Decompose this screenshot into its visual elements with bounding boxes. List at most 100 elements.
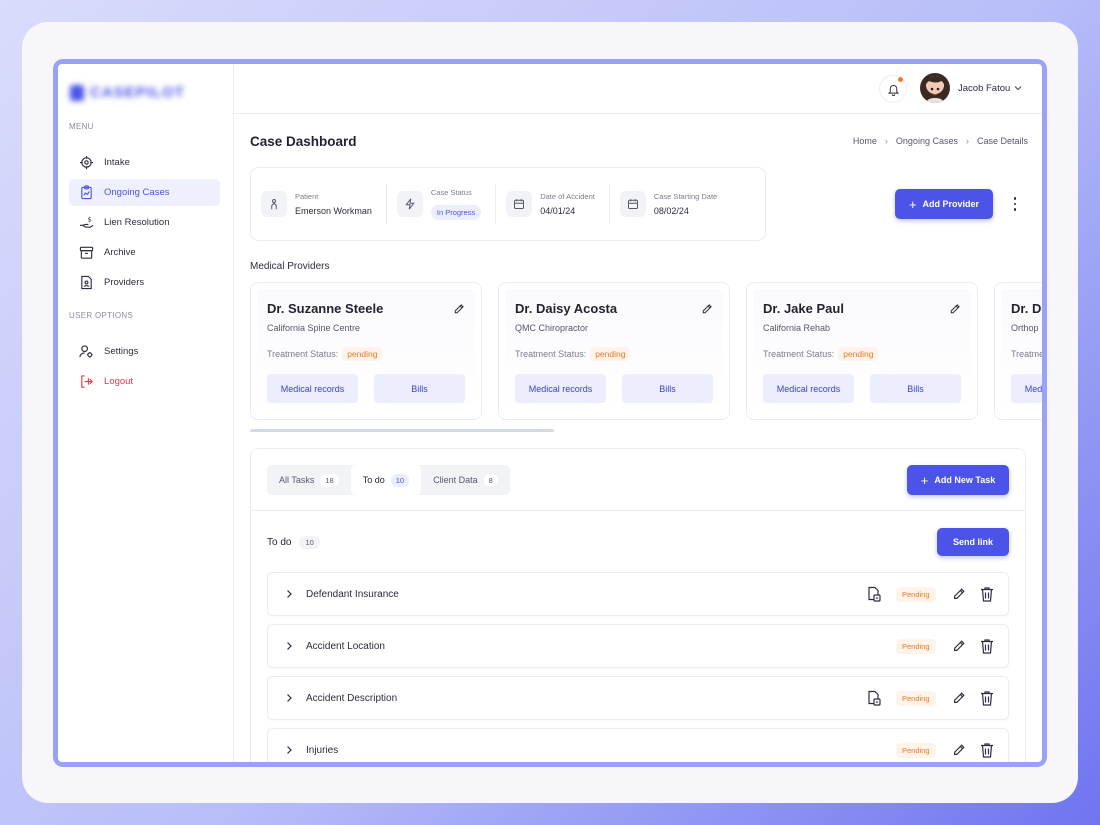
sidebar-item-label: Lien Resolution xyxy=(104,217,170,228)
calendar-icon-box xyxy=(619,191,646,217)
provider-card: Dr. D Orthop Treatment Status:pending Me… xyxy=(994,282,1042,420)
pencil-icon[interactable] xyxy=(952,639,966,653)
sidebar-item-settings[interactable]: Settings xyxy=(69,338,220,365)
status-badge: pending xyxy=(838,347,879,361)
medical-records-button[interactable]: Medical records xyxy=(515,374,606,403)
trash-icon[interactable] xyxy=(980,638,994,654)
app-window: CASEPILOT MENU Intake Ongoing Cases $ Li… xyxy=(58,64,1042,762)
add-provider-label: Add Provider xyxy=(922,199,980,209)
patient-icon-box xyxy=(261,191,287,217)
provider-name: Dr. Daisy Acosta xyxy=(515,301,618,316)
accident-date-value: 04/01/24 xyxy=(540,206,576,216)
logo: CASEPILOT xyxy=(70,84,185,101)
provider-card: Dr. Suzanne Steele California Spine Cent… xyxy=(250,282,482,420)
chevron-right-icon[interactable] xyxy=(284,589,294,599)
trash-icon[interactable] xyxy=(980,690,994,706)
status-icon-box xyxy=(396,191,423,217)
treatment-status-label: Treatment Status: xyxy=(1011,349,1042,359)
status-badge: Pending xyxy=(896,639,936,654)
breadcrumb-ongoing-cases[interactable]: Ongoing Cases xyxy=(896,136,958,146)
bills-button[interactable]: Bills xyxy=(870,374,961,403)
provider-org: Orthop xyxy=(1011,323,1039,333)
chevron-right-icon[interactable] xyxy=(284,693,294,703)
tab-all-tasks[interactable]: All Tasks 18 xyxy=(267,465,351,495)
task-row[interactable]: Injuries Pending xyxy=(267,728,1009,762)
divider xyxy=(251,510,1025,511)
tab-to-do[interactable]: To do 10 xyxy=(350,465,422,495)
more-options-icon[interactable] xyxy=(1010,196,1020,212)
bills-button[interactable]: Bills xyxy=(374,374,465,403)
pencil-icon[interactable] xyxy=(952,587,966,601)
accident-date-label: Date of Accident xyxy=(540,192,595,201)
status-badge: pending xyxy=(342,347,383,361)
provider-name: Dr. Jake Paul xyxy=(763,301,844,316)
breadcrumb: Home › Ongoing Cases › Case Details xyxy=(853,136,1028,146)
providers-scrollbar[interactable] xyxy=(250,429,554,432)
treatment-status: Treatment Status:pending xyxy=(515,347,631,361)
avatar[interactable] xyxy=(920,73,950,103)
sidebar-item-providers[interactable]: Providers xyxy=(69,269,220,296)
patient-label: Patient xyxy=(295,192,319,201)
sidebar-item-label: Settings xyxy=(104,346,139,357)
pencil-icon[interactable] xyxy=(701,303,713,315)
sidebar-item-label: Intake xyxy=(104,157,130,168)
pencil-icon[interactable] xyxy=(949,303,961,315)
treatment-status-label: Treatment Status: xyxy=(763,349,835,359)
provider-name: Dr. Suzanne Steele xyxy=(267,301,384,316)
todo-section-title: To do 10 xyxy=(267,536,320,549)
topbar: Jacob Fatou xyxy=(234,64,1042,114)
avatar-face-icon xyxy=(925,76,945,103)
task-row[interactable]: Accident Location Pending xyxy=(267,624,1009,668)
case-status-info: Case Status In Progress xyxy=(396,184,497,224)
accident-date-info: Date of Accident 04/01/24 xyxy=(506,184,610,224)
tab-count-badge: 10 xyxy=(390,473,410,487)
document-upload-icon[interactable] xyxy=(866,690,882,706)
sidebar-item-ongoing-cases[interactable]: Ongoing Cases xyxy=(69,179,220,206)
trash-icon[interactable] xyxy=(980,742,994,758)
calendar-icon xyxy=(514,199,525,209)
sidebar-item-intake[interactable]: Intake xyxy=(69,149,220,176)
send-link-button[interactable]: Send link xyxy=(937,528,1009,556)
notification-button[interactable] xyxy=(879,75,907,103)
pencil-icon[interactable] xyxy=(952,691,966,705)
breadcrumb-home[interactable]: Home xyxy=(853,136,877,146)
medical-records-button[interactable]: Medical records xyxy=(1011,374,1042,403)
provider-org: California Spine Centre xyxy=(267,323,361,333)
tab-label: To do xyxy=(362,475,385,485)
user-name[interactable]: Jacob Fatou xyxy=(958,83,1010,94)
pencil-icon[interactable] xyxy=(453,303,465,315)
trash-icon[interactable] xyxy=(980,586,994,602)
chevron-right-icon[interactable] xyxy=(284,745,294,755)
tab-client-data[interactable]: Client Data 8 xyxy=(421,465,510,495)
tab-label: All Tasks xyxy=(279,475,315,485)
lightning-icon xyxy=(405,198,415,210)
medical-records-button[interactable]: Medical records xyxy=(763,374,854,403)
task-row[interactable]: Defendant Insurance Pending xyxy=(267,572,1009,616)
bills-button[interactable]: Bills xyxy=(622,374,713,403)
pencil-icon[interactable] xyxy=(952,743,966,757)
medical-providers-title: Medical Providers xyxy=(250,261,330,272)
chevron-down-icon[interactable] xyxy=(1013,83,1023,93)
sidebar-item-lien-resolution[interactable]: $ Lien Resolution xyxy=(69,209,220,236)
sidebar: CASEPILOT MENU Intake Ongoing Cases $ Li… xyxy=(58,64,234,762)
status-badge: In Progress xyxy=(430,205,482,220)
document-upload-icon[interactable] xyxy=(866,586,882,602)
treatment-status-label: Treatment Status: xyxy=(267,349,339,359)
sidebar-item-label: Ongoing Cases xyxy=(104,187,170,198)
todo-count-badge: 10 xyxy=(299,536,320,549)
status-badge: pending xyxy=(590,347,631,361)
provider-doc-icon xyxy=(81,275,92,290)
calendar-icon xyxy=(627,199,638,209)
add-new-task-button[interactable]: + Add New Task xyxy=(907,465,1009,495)
provider-org: California Rehab xyxy=(763,323,831,333)
patient-info: Patient Emerson Workman xyxy=(261,184,387,224)
treatment-status-label: Treatment Status: xyxy=(515,349,587,359)
sidebar-item-logout[interactable]: Logout xyxy=(69,368,220,395)
sidebar-item-archive[interactable]: Archive xyxy=(69,239,220,266)
add-provider-button[interactable]: + Add Provider xyxy=(895,189,993,219)
main-content: Jacob Fatou Case Dashboard Home › Ongoin… xyxy=(234,64,1042,762)
task-row[interactable]: Accident Description Pending xyxy=(267,676,1009,720)
medical-records-button[interactable]: Medical records xyxy=(267,374,358,403)
logout-icon xyxy=(81,375,93,388)
chevron-right-icon[interactable] xyxy=(284,641,294,651)
